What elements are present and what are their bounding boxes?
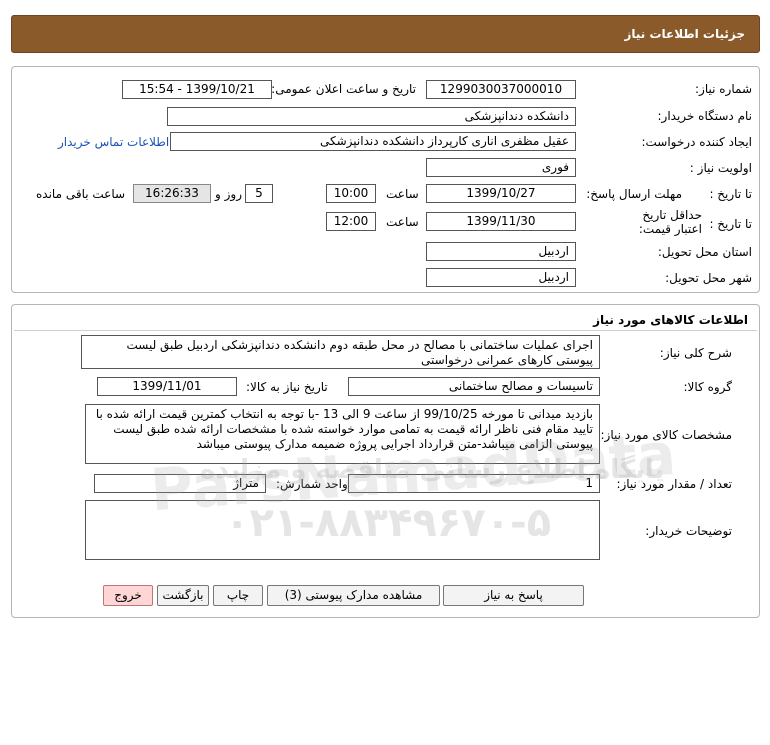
page-header: جزئیات اطلاعات نیاز <box>11 15 760 53</box>
goods-specs-field: بازدید میدانی تا مورخه 99/10/25 از ساعت … <box>85 404 600 464</box>
unit-field: متراژ <box>94 474 266 493</box>
deadline-to-label: تا تاریخ : <box>709 187 752 201</box>
buyer-contact-link[interactable]: اطلاعات تماس خریدار <box>58 135 169 149</box>
validity-to-label: تا تاریخ : <box>709 217 752 231</box>
deadline-label: مهلت ارسال پاسخ: <box>586 187 682 201</box>
announce-datetime-label: تاریخ و ساعت اعلان عمومی: <box>271 82 416 96</box>
price-validity-label: حداقل تاریخ اعتبار قیمت: <box>638 208 702 236</box>
creator-label: ایجاد کننده درخواست: <box>641 135 752 149</box>
days-remaining-field: 5 <box>245 184 273 203</box>
remaining-label: ساعت باقی مانده <box>36 187 126 201</box>
general-desc-field: اجرای عملیات ساختمانی با مصالح در محل طب… <box>81 335 600 369</box>
deadline-time-label: ساعت <box>386 187 419 201</box>
deadline-time-field: 10:00 <box>326 184 376 203</box>
goods-specs-label: مشخصات کالای مورد نیاز: <box>600 428 732 442</box>
section-divider <box>14 330 757 331</box>
buyer-notes-label: توضیحات خریدار: <box>645 524 732 538</box>
delivery-province-label: استان محل تحویل: <box>657 245 752 259</box>
goods-section-title: اطلاعات کالاهای مورد نیاز <box>593 313 748 327</box>
need-number-label: شماره نیاز: <box>695 82 752 96</box>
need-date-label: تاریخ نیاز به کالا: <box>246 380 328 394</box>
buyer-notes-field <box>85 500 600 560</box>
announce-datetime-field: 1399/10/21 - 15:54 <box>122 80 272 99</box>
delivery-city-label: شهر محل تحویل: <box>665 271 752 285</box>
delivery-province-field: اردبیل <box>426 242 576 261</box>
buyer-org-label: نام دستگاه خریدار: <box>657 109 753 123</box>
goods-group-field: تاسیسات و مصالح ساختمانی <box>348 377 600 396</box>
back-button[interactable]: بازگشت <box>157 585 209 606</box>
exit-button[interactable]: خروج <box>103 585 153 606</box>
remaining-time-display: 16:26:33 <box>133 184 211 203</box>
priority-label: اولویت نیاز : <box>689 161 752 175</box>
goods-group-label: گروه کالا: <box>683 380 733 394</box>
days-label: روز و <box>215 187 242 201</box>
validity-time-label: ساعت <box>386 215 419 229</box>
need-number-field: 1299030037000010 <box>426 80 576 99</box>
quantity-label: تعداد / مقدار مورد نیاز: <box>616 477 732 491</box>
need-date-field: 1399/11/01 <box>97 377 237 396</box>
delivery-city-field: اردبیل <box>426 268 576 287</box>
quantity-field: 1 <box>348 474 600 493</box>
deadline-date-field: 1399/10/27 <box>426 184 576 203</box>
validity-time-field: 12:00 <box>326 212 376 231</box>
priority-field: فوری <box>426 158 576 177</box>
page-title: جزئیات اطلاعات نیاز <box>624 27 745 41</box>
need-details-panel <box>11 66 760 293</box>
buyer-org-field: دانشکده دندانپزشکی <box>167 107 576 126</box>
reply-button[interactable]: پاسخ به نیاز <box>443 585 584 606</box>
view-attachments-button[interactable]: مشاهده مدارک پیوستی (3) <box>267 585 440 606</box>
validity-date-field: 1399/11/30 <box>426 212 576 231</box>
general-desc-label: شرح کلی نیاز: <box>659 346 732 360</box>
unit-label: واحد شمارش: <box>276 477 348 491</box>
creator-field: عقیل مظفری اناری کارپرداز دانشکده دندانپ… <box>170 132 576 151</box>
print-button[interactable]: چاپ <box>213 585 263 606</box>
